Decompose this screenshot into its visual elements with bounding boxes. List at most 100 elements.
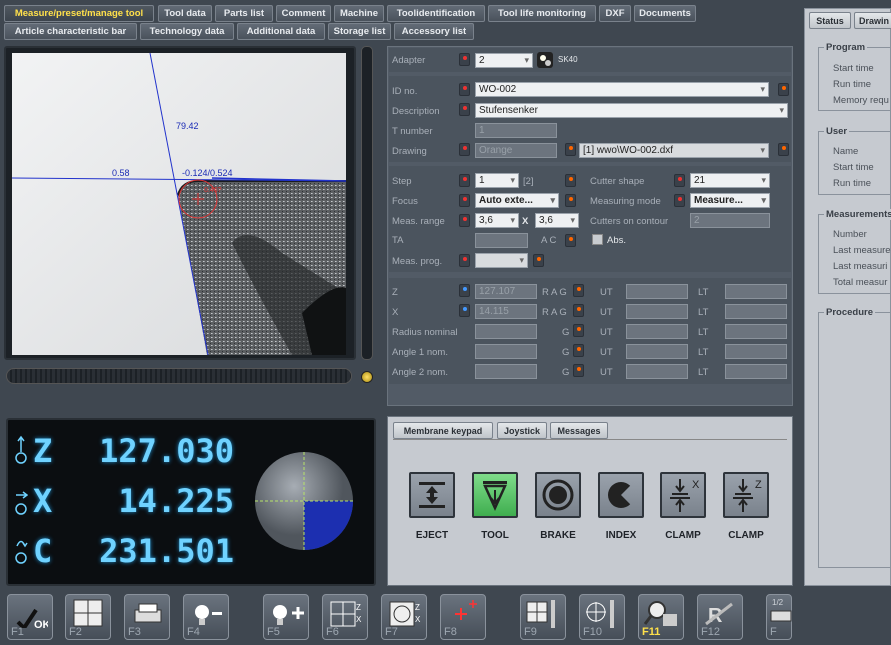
fkey-zoom-button[interactable]: F2 [65, 594, 111, 640]
fkey-light-plus-button[interactable]: F5 [263, 594, 309, 640]
measure-row-flag: R A G [542, 307, 567, 318]
clamp-x-icon: X [670, 479, 700, 512]
measure-row-led [459, 304, 470, 317]
ta-field[interactable] [475, 233, 528, 248]
measure-row-label: Z [392, 287, 398, 298]
measure-row-ut-field[interactable] [626, 364, 688, 379]
clamp-x-button[interactable]: X [660, 472, 706, 518]
fkey-crosshair-zx-button[interactable]: Z X F6 [322, 594, 368, 640]
tab-tool-life[interactable]: Tool life monitoring [488, 5, 596, 22]
tab-toolidentification[interactable]: Toolidentification [387, 5, 485, 22]
fkey-light-minus-button[interactable]: F4 [183, 594, 229, 640]
brake-button[interactable] [535, 472, 581, 518]
fkey-red-cross-button[interactable]: F8 [440, 594, 486, 640]
tab-dxf[interactable]: DXF [599, 5, 631, 22]
tab-membrane-keypad[interactable]: Membrane keypad [393, 422, 493, 439]
measure-row-flag: G [562, 367, 570, 378]
fkey-label: F5 [267, 626, 280, 638]
fkey-keyboard-button[interactable]: 1/2 F [766, 594, 792, 640]
tab-accessory-list[interactable]: Accessory list [394, 23, 474, 40]
camera-light-button[interactable] [361, 371, 373, 383]
measure-row-value[interactable]: 14.115 [475, 304, 537, 319]
adapter-row [389, 48, 791, 72]
measure-row-lt-field[interactable] [725, 324, 787, 339]
range-b-select[interactable]: 3,6 [535, 213, 579, 228]
measure-row-value[interactable] [475, 344, 537, 359]
camera-v-label: 79.42 [176, 121, 199, 131]
tab-measure-preset[interactable]: Measure/preset/manage tool [4, 5, 154, 22]
measure-row-value[interactable]: 127.107 [475, 284, 537, 299]
fkey-magnify-tool-button[interactable]: F11 [638, 594, 684, 640]
camera-image [12, 53, 346, 355]
meas-prog-led [459, 254, 470, 267]
tab-article-bar[interactable]: Article characteristic bar [4, 23, 137, 40]
measure-row-value[interactable] [475, 324, 537, 339]
camera-vslider[interactable] [361, 46, 373, 360]
user-start-time: Start time [833, 162, 874, 173]
drawing-color-field[interactable]: Orange [475, 143, 557, 158]
tab-comment[interactable]: Comment [276, 5, 331, 22]
measure-row-ut-field[interactable] [626, 304, 688, 319]
measure-row-ut-field[interactable] [626, 344, 688, 359]
fkey-ok-button[interactable]: OK F1 [7, 594, 53, 640]
user-name: Name [833, 146, 859, 157]
measurements-title: Measurements [824, 209, 891, 220]
user-title: User [824, 126, 850, 137]
measure-row-ut-field[interactable] [626, 284, 688, 299]
fkey-label: F4 [187, 626, 200, 638]
measure-row-lt-field[interactable] [725, 344, 787, 359]
meas-prog-select[interactable] [475, 253, 528, 268]
clamp-z-button[interactable]: Z [723, 472, 769, 518]
step-select[interactable]: 1 [475, 173, 519, 188]
measure-row-lt-field[interactable] [725, 364, 787, 379]
svg-text:OK: OK [34, 619, 48, 628]
tab-technology-data[interactable]: Technology data [140, 23, 234, 40]
tool-button[interactable] [472, 472, 518, 518]
cutters-field[interactable]: 2 [690, 213, 770, 228]
tab-storage-list[interactable]: Storage list [328, 23, 391, 40]
description-field[interactable]: Stufensenker [475, 103, 788, 118]
fkey-tool-r-button[interactable]: RF12 [697, 594, 743, 640]
measure-row-lt-field[interactable] [725, 304, 787, 319]
tab-drawing[interactable]: Drawin [854, 12, 891, 29]
range-a-select[interactable]: 3,6 [475, 213, 519, 228]
position-dial [254, 451, 354, 551]
meas-mode-label: Measuring mode [590, 196, 661, 207]
crosshair-zx-icon: ZX [330, 601, 362, 627]
cutter-shape-select[interactable]: 21 [690, 173, 770, 188]
meas-mode-select[interactable]: Measure... [690, 193, 770, 208]
adapter-select[interactable]: 2 [475, 53, 533, 68]
fkey-print-button[interactable]: F3 [124, 594, 170, 640]
camera-view[interactable]: 79.42 0.58 -0.124/0.524 0.46? [12, 53, 346, 355]
measure-row-value[interactable] [475, 364, 537, 379]
focus-select[interactable]: Auto exte... [475, 193, 559, 208]
tab-parts-list[interactable]: Parts list [215, 5, 273, 22]
tab-documents[interactable]: Documents [634, 5, 696, 22]
tool-icon [483, 481, 507, 512]
measure-row-ut-field[interactable] [626, 324, 688, 339]
eject-button[interactable] [409, 472, 455, 518]
measure-row-led-2 [573, 284, 584, 297]
tab-status[interactable]: Status [809, 12, 851, 29]
index-button[interactable] [598, 472, 644, 518]
z-axis-icon [14, 434, 28, 468]
abs-checkbox[interactable] [592, 234, 603, 245]
tab-additional-data[interactable]: Additional data [237, 23, 325, 40]
id-field[interactable]: WO-002 [475, 82, 769, 97]
tool-r-icon: R [705, 602, 733, 627]
tab-machine[interactable]: Machine [334, 5, 384, 22]
index-label: INDEX [605, 530, 637, 541]
tnumber-field[interactable]: 1 [475, 123, 557, 138]
fkey-circle-zx-button[interactable]: Z X F7 [381, 594, 427, 640]
id-led [459, 83, 470, 96]
drawing-file-select[interactable]: [1] wwo\WO-002.dxf [579, 143, 769, 158]
tab-tool-data[interactable]: Tool data [158, 5, 212, 22]
cutter-shape-label: Cutter shape [590, 176, 645, 187]
fkey-caliper-circle-button[interactable]: F10 [579, 594, 625, 640]
fkey-caliper-button[interactable]: F9 [520, 594, 566, 640]
tab-messages[interactable]: Messages [550, 422, 608, 439]
measure-row-lt-field[interactable] [725, 284, 787, 299]
camera-hslider[interactable] [6, 368, 352, 384]
tab-joystick[interactable]: Joystick [497, 422, 547, 439]
clamp-z-icon: Z [733, 479, 762, 512]
